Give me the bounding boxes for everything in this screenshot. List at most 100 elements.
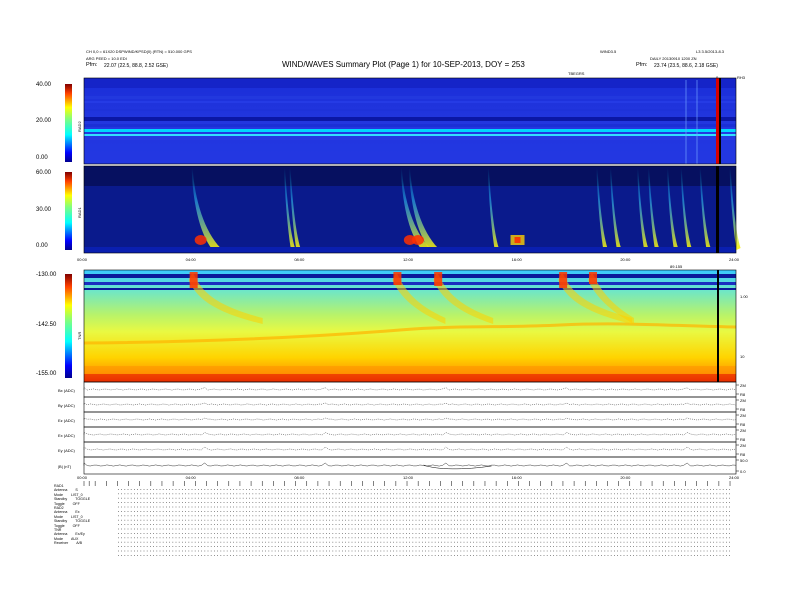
mode-dot	[482, 511, 484, 512]
mode-dot	[658, 555, 660, 556]
mode-dot	[322, 533, 324, 534]
mode-dot	[278, 519, 279, 521]
mode-dot	[434, 489, 436, 490]
mode-dot	[649, 519, 650, 521]
mode-dot	[687, 546, 689, 547]
mode-dot	[687, 519, 689, 521]
mode-dot	[454, 533, 455, 534]
mode-dot	[383, 550, 385, 552]
mode-dot	[271, 546, 273, 547]
mode-dot	[502, 489, 503, 490]
mode-dot	[367, 550, 369, 552]
mode-dot	[258, 515, 260, 517]
mode-dot	[191, 515, 193, 517]
mode-dot	[322, 502, 324, 503]
mode-dot	[524, 493, 526, 495]
mode-dot	[476, 550, 478, 552]
mode-dot	[255, 555, 257, 556]
mode-dot	[687, 528, 689, 530]
mode-dot	[370, 511, 372, 512]
mode-dot	[607, 555, 609, 556]
mode-dot	[399, 515, 401, 517]
mode-dot	[338, 528, 340, 530]
rad2-ylabel: RAD2	[77, 121, 82, 132]
mode-dot	[402, 519, 404, 521]
mode-dot	[156, 502, 158, 503]
mode-dot	[722, 528, 724, 530]
mode-dot	[383, 493, 385, 495]
mode-dot	[476, 506, 478, 508]
mode-dot	[652, 489, 654, 490]
mode-dot	[290, 537, 292, 539]
mode-dot	[671, 528, 673, 530]
mode-dot	[137, 528, 138, 530]
mode-dot	[678, 497, 679, 499]
mode-dot	[687, 524, 689, 525]
mode-dot	[377, 497, 378, 499]
mode-dot	[537, 541, 538, 543]
mode-dot	[479, 506, 481, 508]
mode-dot	[217, 555, 218, 556]
mode-dot	[233, 550, 234, 552]
mode-dot	[370, 537, 372, 539]
mode-dot	[518, 511, 519, 512]
mode-dot	[694, 493, 695, 495]
mode-dot	[639, 506, 641, 508]
mode-dot	[354, 515, 356, 517]
mode-dot	[508, 489, 510, 490]
mode-dot	[191, 541, 193, 543]
mode-dot	[598, 537, 599, 539]
mode-dot	[127, 497, 129, 499]
mode-dot	[258, 506, 260, 508]
mode-dot	[710, 515, 711, 517]
mode-dot	[290, 541, 292, 543]
mode-dot	[668, 533, 670, 534]
mode-dot	[553, 537, 554, 539]
mode-dot	[342, 493, 343, 495]
mode-dot	[358, 511, 359, 512]
mode-dot	[630, 533, 631, 534]
mode-dot	[706, 546, 708, 547]
mode-dot	[399, 533, 401, 534]
mode-dot	[447, 524, 449, 525]
mode-dot	[502, 519, 503, 521]
mode-dot	[198, 533, 199, 534]
mode-dot	[265, 489, 266, 490]
mode-dot	[281, 506, 282, 508]
mode-dot	[300, 541, 302, 543]
mode-dot	[185, 546, 186, 547]
mode-dot	[476, 537, 478, 539]
mode-dot	[239, 550, 241, 552]
mode-dot	[665, 528, 666, 530]
mode-dot	[409, 533, 410, 534]
mode-dot	[502, 497, 503, 499]
mode-dot	[390, 519, 391, 521]
mode-dot	[262, 502, 263, 503]
mode-dot	[687, 541, 689, 543]
mode-dot	[297, 511, 298, 512]
mode-dot	[623, 502, 625, 503]
mode-dot	[278, 546, 279, 547]
mode-dot	[684, 511, 686, 512]
mode-dot	[559, 489, 561, 490]
mode-dot	[636, 489, 638, 490]
mode-dot	[278, 497, 279, 499]
mode-dot	[159, 524, 161, 525]
mode-dot	[146, 524, 148, 525]
mode-dot	[274, 515, 276, 517]
mode-dot	[687, 511, 689, 512]
mode-dot	[553, 533, 554, 534]
mode-dot	[681, 550, 682, 552]
mode-dot	[454, 555, 455, 556]
mode-dot	[546, 506, 548, 508]
mode-dot	[367, 511, 369, 512]
mode-dot	[681, 497, 682, 499]
tnr-ytick-mid: -142.50	[36, 322, 57, 328]
mode-dot	[383, 506, 385, 508]
mode-dot	[230, 493, 231, 495]
mode-dot	[498, 506, 500, 508]
mode-dot	[153, 555, 154, 556]
mode-dot	[716, 502, 718, 503]
mode-dot	[479, 497, 481, 499]
mode-dot	[175, 497, 177, 499]
